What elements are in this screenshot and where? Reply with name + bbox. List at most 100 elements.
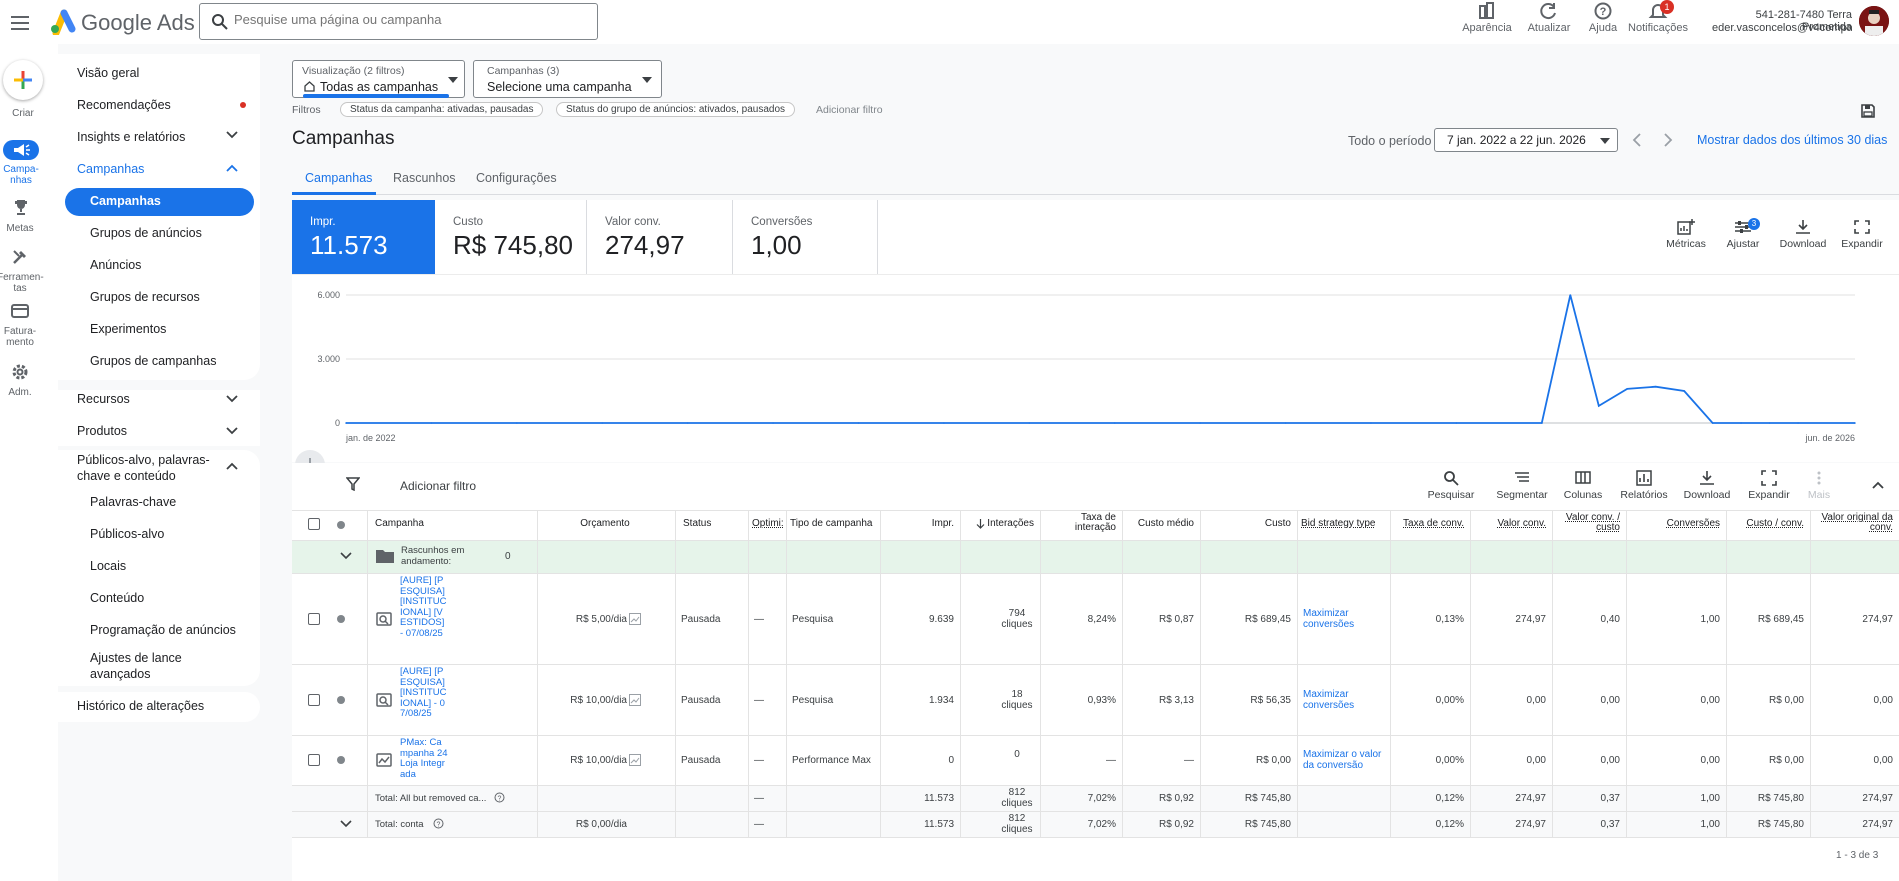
nav-sub-ads[interactable]: Anúncios bbox=[90, 258, 141, 272]
chevron-right-icon[interactable] bbox=[1663, 133, 1673, 147]
avatar[interactable] bbox=[1859, 6, 1889, 36]
drafts-row[interactable] bbox=[292, 540, 1899, 573]
trophy-icon[interactable] bbox=[12, 198, 30, 216]
account-email[interactable]: eder.vasconcelos@v4compan... bbox=[1712, 22, 1852, 34]
cell-bid[interactable]: Maximizar conversões bbox=[1303, 689, 1386, 711]
columns-button[interactable]: Colunas bbox=[1555, 470, 1611, 501]
column-header-value-cost[interactable]: Valor conv. / custo bbox=[1556, 513, 1620, 533]
nav-sub-bid-adjustments[interactable]: Ajustes de lance avançados bbox=[90, 650, 210, 682]
metrics-button[interactable]: Métricas bbox=[1658, 219, 1714, 250]
tab-drafts[interactable]: Rascunhos bbox=[393, 171, 456, 185]
column-header-cost-conv[interactable]: Custo / conv. bbox=[1730, 519, 1804, 529]
nav-history[interactable]: Histórico de alterações bbox=[77, 699, 204, 713]
view-selector[interactable]: Visualização (2 filtros) Todas as campan… bbox=[292, 60, 465, 98]
tab-settings[interactable]: Configurações bbox=[476, 171, 557, 185]
column-header-cost[interactable]: Custo bbox=[1204, 519, 1291, 529]
row-checkbox[interactable] bbox=[308, 612, 320, 625]
save-icon[interactable] bbox=[1860, 103, 1876, 119]
help-icon[interactable]: ? bbox=[494, 792, 505, 803]
refresh-button[interactable]: Atualizar bbox=[1519, 2, 1579, 34]
billing-icon[interactable] bbox=[11, 303, 29, 319]
row-checkbox[interactable] bbox=[308, 754, 320, 766]
segment-button[interactable]: Segmentar bbox=[1492, 470, 1552, 501]
filter-icon[interactable] bbox=[346, 477, 360, 491]
nav-overview[interactable]: Visão geral bbox=[77, 66, 139, 80]
help-button[interactable]: ? Ajuda bbox=[1573, 2, 1633, 34]
tab-campaigns[interactable]: Campanhas bbox=[305, 171, 372, 185]
chart-expand-button[interactable]: Expandir bbox=[1834, 219, 1890, 250]
column-header-conv-value[interactable]: Valor conv. bbox=[1474, 519, 1546, 529]
chevron-up-icon[interactable] bbox=[1872, 481, 1884, 489]
nav-sub-audiences[interactable]: Públicos-alvo bbox=[90, 527, 164, 541]
chevron-up-icon[interactable] bbox=[226, 164, 238, 172]
column-header-bid[interactable]: Bid strategy type bbox=[1301, 519, 1384, 529]
budget-chart-icon[interactable] bbox=[629, 693, 641, 706]
campaign-name-link[interactable]: [AURE] [PESQUISA] [INSTITUCIONAL] - 07/0… bbox=[400, 666, 448, 720]
chevron-left-icon[interactable] bbox=[1632, 133, 1642, 147]
cell-bid[interactable]: Maximizar conversões bbox=[1303, 608, 1386, 630]
notifications-button[interactable]: Notificações bbox=[1628, 2, 1688, 34]
scorecard-conv-value[interactable]: Valor conv. 274,97 bbox=[587, 200, 733, 274]
nav-sub-campaign-groups[interactable]: Grupos de campanhas bbox=[90, 354, 216, 368]
chevron-down-icon[interactable] bbox=[340, 552, 352, 560]
scorecard-cost[interactable]: Custo R$ 745,80 bbox=[435, 200, 587, 274]
cell-bid[interactable]: Maximizar o valor da conversão bbox=[1303, 749, 1386, 771]
help-icon[interactable]: ? bbox=[433, 818, 444, 829]
column-header-campaign[interactable]: Campanha bbox=[375, 519, 535, 529]
table-search-button[interactable]: Pesquisar bbox=[1423, 470, 1479, 501]
chevron-down-icon[interactable] bbox=[226, 131, 238, 139]
nav-sub-ad-schedule[interactable]: Programação de anúncios bbox=[90, 623, 236, 637]
column-header-int-rate[interactable]: Taxa de interação bbox=[1044, 513, 1116, 533]
column-header-conversions[interactable]: Conversões bbox=[1630, 519, 1720, 529]
nav-recommendations[interactable]: Recomendações bbox=[77, 98, 171, 112]
rail-campaigns-button[interactable] bbox=[3, 140, 39, 160]
column-header-impr[interactable]: Impr. bbox=[884, 519, 954, 529]
table-expand-button[interactable]: Expandir bbox=[1741, 470, 1797, 501]
column-header-orig-value[interactable]: Valor original da conv. bbox=[1814, 513, 1893, 533]
filter-chip-adgroup-status[interactable]: Status do grupo de anúncios: ativados, p… bbox=[556, 102, 796, 117]
column-header-status[interactable]: Status bbox=[683, 519, 746, 529]
last-30-days-link[interactable]: Mostrar dados dos últimos 30 dias bbox=[1697, 133, 1887, 147]
adjust-button[interactable]: Ajustar bbox=[1715, 219, 1771, 250]
column-header-avg-cost[interactable]: Custo médio bbox=[1126, 519, 1194, 529]
select-all-checkbox[interactable] bbox=[308, 518, 320, 530]
scorecard-impressions[interactable]: Impr. 11.573 bbox=[292, 200, 435, 274]
nav-sub-keywords[interactable]: Palavras-chave bbox=[90, 495, 176, 509]
filter-chip-campaign-status[interactable]: Status da campanha: ativadas, pausadas bbox=[340, 102, 544, 117]
column-header-budget[interactable]: Orçamento bbox=[541, 519, 669, 529]
search-box[interactable] bbox=[199, 3, 598, 40]
column-header-conv-rate[interactable]: Taxa de conv. bbox=[1394, 519, 1464, 529]
column-header-type[interactable]: Tipo de campanha bbox=[790, 519, 874, 529]
table-download-button[interactable]: Download bbox=[1679, 470, 1735, 501]
nav-audiences-group[interactable]: Públicos-alvo, palavras-chave e conteúdo bbox=[77, 452, 217, 484]
chevron-down-icon[interactable] bbox=[226, 395, 238, 403]
campaign-selector[interactable]: Campanhas (3) Selecione uma campanha bbox=[473, 60, 662, 98]
budget-chart-icon[interactable] bbox=[629, 612, 641, 625]
chevron-down-icon[interactable] bbox=[340, 820, 352, 828]
create-button[interactable] bbox=[3, 60, 43, 100]
date-range-picker[interactable]: 7 jan. 2022 a 22 jun. 2026 bbox=[1434, 128, 1618, 152]
nav-products[interactable]: Produtos bbox=[77, 424, 127, 438]
nav-sub-ad-groups[interactable]: Grupos de anúncios bbox=[90, 226, 202, 240]
nav-campaigns-group[interactable]: Campanhas bbox=[77, 162, 144, 176]
column-header-optim[interactable]: Optimi: bbox=[752, 519, 784, 529]
menu-icon[interactable] bbox=[8, 11, 32, 35]
campaign-name-link[interactable]: [AURE] [PESQUISA] [INSTITUCIONAL] [VESTI… bbox=[400, 575, 448, 639]
reports-button[interactable]: Relatórios bbox=[1614, 470, 1674, 501]
search-input[interactable] bbox=[234, 12, 574, 27]
budget-chart-icon[interactable] bbox=[629, 754, 641, 766]
nav-sub-asset-groups[interactable]: Grupos de recursos bbox=[90, 290, 200, 304]
gear-icon[interactable] bbox=[11, 363, 29, 381]
chevron-up-icon[interactable] bbox=[226, 462, 238, 470]
nav-sub-experiments[interactable]: Experimentos bbox=[90, 322, 166, 336]
appearance-button[interactable]: Aparência bbox=[1457, 2, 1517, 34]
table-add-filter[interactable]: Adicionar filtro bbox=[400, 479, 476, 493]
campaign-name-link[interactable]: PMax: Campanha 24 Loja Integrada bbox=[400, 737, 448, 780]
nav-sub-content[interactable]: Conteúdo bbox=[90, 591, 144, 605]
add-filter-link[interactable]: Adicionar filtro bbox=[816, 104, 883, 116]
more-button[interactable]: Mais bbox=[1794, 470, 1844, 501]
chevron-down-icon[interactable] bbox=[226, 427, 238, 435]
chart-download-button[interactable]: Download bbox=[1775, 219, 1831, 250]
nav-insights[interactable]: Insights e relatórios bbox=[77, 130, 185, 144]
nav-sub-campaigns[interactable]: Campanhas bbox=[90, 194, 161, 208]
